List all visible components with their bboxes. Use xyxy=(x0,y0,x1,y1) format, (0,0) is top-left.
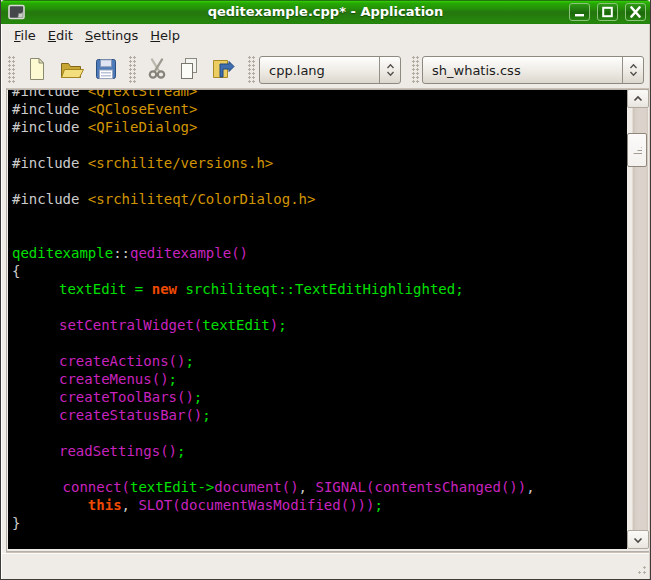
thumb-grip xyxy=(633,147,642,154)
title-bar[interactable]: qeditexample.cpp* - Application xyxy=(0,0,651,24)
window-border-highlight-right xyxy=(649,24,650,579)
close-button[interactable] xyxy=(625,3,646,21)
toolbar: cpp.lang sh_whatis.css xyxy=(2,47,651,88)
status-bar xyxy=(2,554,651,579)
menu-item-help[interactable]: Help xyxy=(144,26,186,45)
code-line: #include <QCloseEvent> xyxy=(12,100,535,118)
new-document-icon xyxy=(25,57,49,81)
scrollbar-track[interactable] xyxy=(627,108,648,530)
maximize-button[interactable] xyxy=(597,3,618,21)
paste-button[interactable] xyxy=(210,57,234,81)
code-line: createMenus(); xyxy=(12,370,535,388)
application-window: qeditexample.cpp* - Application FileEdit… xyxy=(0,0,651,580)
code-line xyxy=(12,424,535,442)
code-line xyxy=(12,460,535,478)
editor-frame-left xyxy=(6,88,7,554)
code-line: #include <QTextStream> xyxy=(12,90,535,100)
combo-spinner-icon xyxy=(379,57,400,83)
scroll-down-button[interactable] xyxy=(627,530,649,549)
code-line: connect(textEdit->document(), SIGNAL(con… xyxy=(12,478,535,496)
code-line xyxy=(12,172,535,190)
maximize-icon xyxy=(601,6,614,18)
combo-spinner-icon xyxy=(622,57,643,83)
copy-button[interactable] xyxy=(177,57,201,81)
combo2-handle[interactable] xyxy=(412,56,419,83)
code-line: #include <srchiliteqt/ColorDialog.h> xyxy=(12,190,535,208)
toolbar-handle[interactable] xyxy=(8,56,15,83)
window-border-highlight-left xyxy=(1,24,2,579)
style-combobox[interactable]: sh_whatis.css xyxy=(422,56,644,84)
open-file-button[interactable] xyxy=(59,57,83,81)
code-line xyxy=(12,208,535,226)
code-line xyxy=(12,136,535,154)
chevron-up-icon xyxy=(632,95,644,103)
style-combobox-value: sh_whatis.css xyxy=(423,63,622,78)
scroll-up-button[interactable] xyxy=(627,89,649,108)
vertical-scrollbar xyxy=(627,89,648,549)
code-line: createActions(); xyxy=(12,352,535,370)
window-title: qeditexample.cpp* - Application xyxy=(0,4,651,19)
code-line xyxy=(12,298,535,316)
scrollbar-thumb[interactable] xyxy=(627,133,647,167)
chevron-down-icon xyxy=(632,536,644,544)
menu-bar: FileEditSettingsHelp xyxy=(2,24,651,47)
code-line: #include <srchilite/versions.h> xyxy=(12,154,535,172)
code-line: this, SLOT(documentWasModified())); xyxy=(12,496,535,514)
cut-button[interactable] xyxy=(145,57,169,81)
menu-item-file[interactable]: File xyxy=(8,26,42,45)
cut-scissors-icon xyxy=(145,57,169,81)
save-button[interactable] xyxy=(94,57,118,81)
code-line: readSettings(); xyxy=(12,442,535,460)
code-editor[interactable]: #include <QTextStream>#include <QCloseEv… xyxy=(8,90,627,549)
code-line: { xyxy=(12,262,535,280)
combo1-handle[interactable] xyxy=(248,56,255,83)
code-line: } xyxy=(12,514,535,532)
minimize-icon xyxy=(573,6,586,18)
minimize-button[interactable] xyxy=(569,3,590,21)
language-combobox-value: cpp.lang xyxy=(260,63,379,78)
code-line: qeditexample::qeditexample() xyxy=(12,244,535,262)
menu-item-settings[interactable]: Settings xyxy=(79,26,144,45)
new-file-button[interactable] xyxy=(25,57,49,81)
save-floppy-icon xyxy=(94,57,118,81)
copy-icon xyxy=(177,57,201,81)
code-line: textEdit = new srchiliteqt::TextEditHigh… xyxy=(12,280,535,298)
close-icon xyxy=(629,6,642,18)
menu-item-edit[interactable]: Edit xyxy=(42,26,79,45)
code-line xyxy=(12,226,535,244)
open-folder-icon xyxy=(59,57,85,81)
resize-grip[interactable] xyxy=(633,561,648,576)
code-line: setCentralWidget(textEdit); xyxy=(12,316,535,334)
toolbar-separator xyxy=(129,56,136,83)
code-line: createToolBars(); xyxy=(12,388,535,406)
paste-icon xyxy=(210,57,236,81)
code-line xyxy=(12,334,535,352)
code-line: #include <QFileDialog> xyxy=(12,118,535,136)
language-combobox[interactable]: cpp.lang xyxy=(259,56,401,84)
code-line: createStatusBar(); xyxy=(12,406,535,424)
